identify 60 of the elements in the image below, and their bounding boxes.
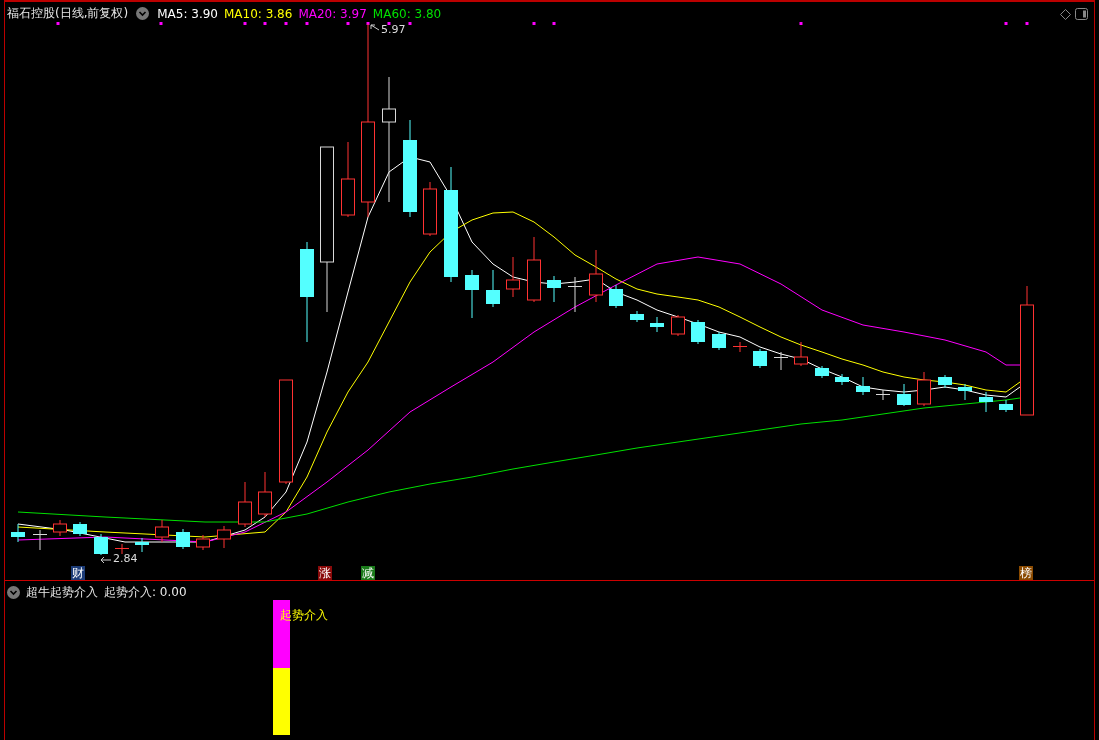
candlestick	[835, 373, 849, 386]
candlestick	[691, 319, 705, 345]
candlestick	[999, 399, 1013, 413]
dropdown-icon[interactable]	[136, 7, 150, 20]
candlestick	[217, 525, 231, 549]
candlestick	[609, 284, 623, 309]
diamond-icon[interactable]	[1060, 9, 1071, 20]
candlestick	[568, 276, 582, 313]
signal-tag: 榜	[1019, 566, 1033, 580]
candlestick	[196, 534, 210, 551]
candlestick	[33, 529, 47, 551]
moving-average-value: MA20: 3.97	[298, 6, 367, 21]
candlestick	[856, 376, 870, 396]
indicator-value: 起势介入: 0.00	[104, 584, 187, 601]
candlestick	[671, 314, 685, 337]
candlestick	[176, 528, 190, 550]
candlestick	[11, 523, 25, 543]
candlestick	[73, 521, 87, 537]
candlestick	[465, 269, 479, 319]
candlestick	[486, 269, 500, 308]
signal-tag: 涨	[318, 566, 332, 580]
candlestick	[650, 316, 664, 333]
panel-toggle-icon[interactable]	[1075, 8, 1088, 20]
arrow-icon	[100, 556, 112, 564]
candlestick	[527, 236, 541, 303]
candlestick	[712, 331, 726, 351]
candlestick	[589, 249, 603, 303]
candlestick	[774, 351, 788, 371]
candlestick	[938, 374, 952, 389]
price-label: 2.84	[113, 553, 138, 565]
candlestick	[815, 365, 829, 379]
candlestick	[135, 537, 149, 553]
dropdown-icon[interactable]	[7, 586, 20, 599]
moving-average-value: MA5: 3.90	[157, 6, 218, 21]
signal-tag: 财	[71, 566, 85, 580]
moving-average-value: MA10: 3.86	[223, 6, 293, 21]
moving-average-value: MA60: 3.80	[372, 6, 442, 21]
chart-title: 福石控股(日线,前复权)	[7, 5, 129, 22]
candlestick	[630, 310, 644, 323]
price-label: 5.97	[381, 24, 406, 36]
candlestick	[979, 391, 993, 413]
candlestick	[506, 256, 520, 298]
candlestick	[547, 275, 561, 303]
candlestick	[94, 533, 108, 556]
arrow-icon	[370, 24, 380, 31]
indicator-title: 超牛起势介入	[26, 584, 98, 601]
candlestick	[115, 543, 129, 555]
candlestick	[423, 181, 437, 237]
candlestick	[753, 348, 767, 369]
candlestick	[897, 383, 911, 407]
candlestick	[794, 341, 808, 367]
candlestick	[917, 371, 931, 407]
candlestick	[733, 341, 747, 353]
candlestick	[958, 383, 972, 401]
candlestick	[53, 519, 67, 537]
candlestick	[238, 481, 252, 528]
signal-tag: 减	[361, 566, 375, 580]
candlestick	[876, 389, 890, 401]
candlestick	[258, 471, 272, 518]
candlestick	[155, 519, 169, 543]
